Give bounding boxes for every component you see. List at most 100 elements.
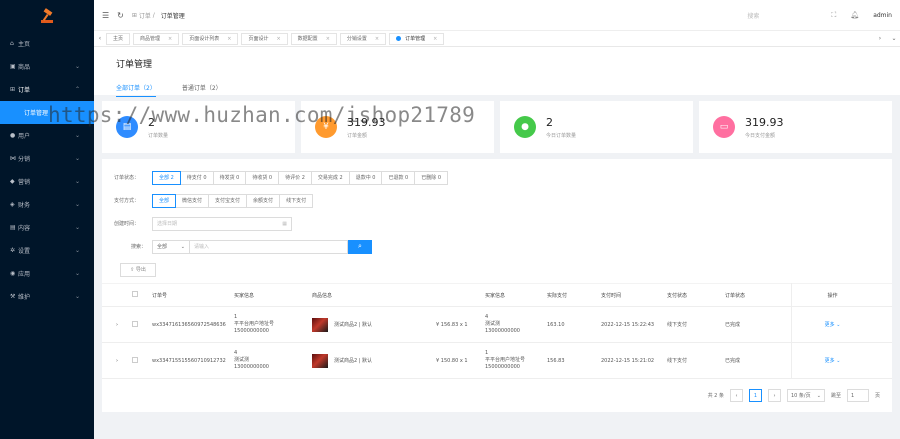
page-title: 订单管理 — [116, 60, 153, 70]
menu-toggle-icon[interactable]: ☰ — [102, 11, 109, 20]
table-row: › wx334715515560710912732 4 测试测 1300000000… — [102, 342, 892, 379]
status-option[interactable]: 全部 2 — [152, 170, 181, 185]
order-icon: ▤ — [116, 116, 138, 138]
logo — [0, 0, 94, 32]
table-header: 订单号 买家信息 商品信息 买家信息 实际支付 支付时间 支付状态 订单状态 操… — [102, 283, 892, 307]
tab-data-config[interactable]: 数据配置 × — [290, 32, 337, 45]
pay-option[interactable]: 微信支付 — [175, 193, 210, 208]
tab-page-design[interactable]: 页面设计 × — [241, 32, 288, 45]
money-icon: ¥ — [315, 116, 337, 138]
orders-panel: 订单状态： 全部 2 待支付 0 待发货 0 待收货 0 待评价 2 交易完成 … — [102, 159, 892, 412]
close-icon[interactable]: × — [375, 36, 379, 42]
stats-cards: ▤ 2 订单数量 ¥319.93 订单金额 ● 2 今日订单数量 ▭ 319.93 今日支付金… — [102, 101, 892, 153]
user-name[interactable]: admin — [873, 12, 892, 19]
breadcrumb: ⊞ 订单 / 订单管理 — [131, 11, 185, 20]
tab-home[interactable]: 主页 — [106, 32, 131, 45]
search-input[interactable]: 请输入 — [190, 239, 348, 254]
sidebar-item-users[interactable]: ● 用户 ⌄ — [0, 124, 94, 147]
status-option[interactable]: 已删除 0 — [414, 170, 449, 185]
prev-page-button[interactable]: ‹ — [729, 389, 743, 402]
tabs-scroll-right-icon[interactable]: › — [874, 35, 886, 42]
expand-icon[interactable]: › — [102, 322, 130, 328]
breadcrumb-current: 订单管理 — [160, 12, 185, 20]
sidebar-item-maintain[interactable]: ⚒ 维护 ⌄ — [0, 285, 94, 308]
subtab-all-orders[interactable]: 全部订单（2） — [116, 83, 156, 97]
search-type-select[interactable]: 全部 ⌄ — [152, 239, 190, 254]
close-icon[interactable]: × — [227, 36, 231, 42]
status-filter: 全部 2 待支付 0 待发货 0 待收货 0 待评价 2 交易完成 2 退款中 … — [152, 170, 449, 185]
close-icon[interactable]: × — [168, 36, 172, 42]
pagination: 共 2 条 ‹ 1 › 10 条/页 ⌄ 跳至 1 页 — [102, 389, 892, 402]
status-option[interactable]: 交易完成 2 — [310, 170, 350, 185]
chevron-down-icon: ⌄ — [74, 201, 80, 208]
sidebar-item-finance[interactable]: ◈ 财务 ⌄ — [0, 193, 94, 216]
top-search-input[interactable]: 搜索 — [747, 11, 817, 20]
orders-table: 订单号 买家信息 商品信息 买家信息 实际支付 支付时间 支付状态 订单状态 操… — [102, 283, 892, 379]
refresh-icon[interactable]: ↻ — [117, 11, 124, 20]
pay-option[interactable]: 全部 — [152, 193, 177, 208]
search-button[interactable]: ⌕ — [348, 239, 372, 254]
sidebar-item-marketing[interactable]: ◆ 营销 ⌄ — [0, 170, 94, 193]
pay-filter-label: 支付方式： — [114, 198, 140, 204]
close-icon[interactable]: × — [326, 36, 330, 42]
pay-option[interactable]: 余额支付 — [246, 193, 281, 208]
stat-card-order-amount: ¥319.93 订单金额 — [301, 101, 494, 153]
tab-page-list[interactable]: 页面设计列表 × — [182, 32, 239, 45]
pay-option[interactable]: 线下支付 — [279, 193, 314, 208]
subtab-normal-orders[interactable]: 普通订单（2） — [182, 83, 222, 97]
status-option[interactable]: 待发货 0 — [212, 170, 247, 185]
row-checkbox[interactable] — [132, 356, 138, 363]
tab-distribution[interactable]: 分销设置 × — [339, 32, 387, 45]
status-option[interactable]: 待评价 2 — [278, 170, 312, 185]
sidebar-subitem-order-management[interactable]: 订单管理 — [0, 101, 94, 124]
chevron-down-icon: ⌄ — [74, 293, 80, 300]
total-count: 共 2 条 — [707, 393, 724, 399]
close-icon[interactable]: × — [276, 36, 280, 42]
more-actions-button[interactable]: 更多 ⌄ — [791, 342, 871, 379]
close-icon[interactable]: × — [433, 36, 437, 42]
chevron-down-icon: ⌄ — [180, 243, 185, 250]
more-actions-button[interactable]: 更多 ⌄ — [791, 306, 871, 343]
product-thumbnail — [312, 317, 328, 332]
goods-icon: ▣ — [10, 63, 16, 70]
tab-orders[interactable]: 订单管理 × — [389, 32, 445, 45]
user-icon: ● — [10, 132, 16, 139]
chevron-down-icon: ⌄ — [816, 392, 821, 399]
expand-icon[interactable]: › — [102, 358, 130, 364]
gavel-logo-icon — [41, 8, 53, 23]
page-size-select[interactable]: 10 条/页 ⌄ — [786, 389, 825, 402]
status-filter-label: 订单状态： — [114, 175, 140, 181]
sidebar-item-settings[interactable]: ✲ 设置 ⌄ — [0, 239, 94, 262]
bell-icon[interactable]: 🔔︎ — [850, 11, 859, 19]
next-page-button[interactable]: › — [767, 389, 781, 402]
breadcrumb-parent[interactable]: 订单 — [139, 11, 151, 20]
sidebar-item-distribution[interactable]: ⋈ 分销 ⌄ — [0, 147, 94, 170]
date-picker[interactable]: 选择日期 ▦ — [152, 216, 292, 231]
tabs-menu-icon[interactable]: ⌄ — [888, 35, 900, 42]
export-button[interactable]: ⇪ 导出 — [120, 262, 156, 277]
page-number-button[interactable]: 1 — [748, 389, 762, 402]
sidebar-item-goods[interactable]: ▣ 商品 ⌄ — [0, 55, 94, 78]
pay-option[interactable]: 支付宝支付 — [208, 193, 248, 208]
sidebar-item-content[interactable]: ▤ 内容 ⌄ — [0, 216, 94, 239]
status-option[interactable]: 退款中 0 — [348, 170, 383, 185]
sidebar-item-orders[interactable]: ⊞ 订单 ⌃ — [0, 78, 94, 101]
fullscreen-icon[interactable]: ⛶ — [831, 11, 836, 20]
main-area: ☰ ↻ ⊞ 订单 / 订单管理 搜索 ⛶ 🔔︎ admin ‹ 主页 商品管理 ×… — [94, 0, 900, 439]
tabs-bar: ‹ 主页 商品管理 × 页面设计列表 × 页面设计 × 数据配置 × 分销设置 × 订单管… — [94, 31, 900, 47]
table-row: › wx334716136560972548636 1 平平台用户地址号 15000… — [102, 306, 892, 343]
sidebar-item-apps[interactable]: ◉ 应用 ⌄ — [0, 262, 94, 285]
tab-goods[interactable]: 商品管理 × — [133, 32, 180, 45]
status-option[interactable]: 待收货 0 — [245, 170, 280, 185]
tabs-scroll-left-icon[interactable]: ‹ — [94, 35, 106, 42]
wallet-icon: ▭ — [713, 116, 735, 138]
sidebar-item-home[interactable]: ⌂ 主页 — [0, 32, 94, 55]
sidebar: ⌂ 主页 ▣ 商品 ⌄ ⊞ 订单 ⌃ 订单管理 ● 用户 ⌄ ⋈ 分销 ⌄ ◆ 营销 ⌄ ◈ 财务 ⌄ ▤… — [0, 0, 94, 439]
goto-page-input[interactable]: 1 — [846, 389, 869, 402]
select-all-checkbox[interactable] — [132, 291, 138, 297]
status-option[interactable]: 待支付 0 — [179, 170, 214, 185]
status-option[interactable]: 已退款 0 — [381, 170, 416, 185]
row-checkbox[interactable] — [132, 320, 138, 327]
content-icon: ▤ — [10, 224, 16, 231]
search-icon: ⌕ — [358, 242, 362, 250]
